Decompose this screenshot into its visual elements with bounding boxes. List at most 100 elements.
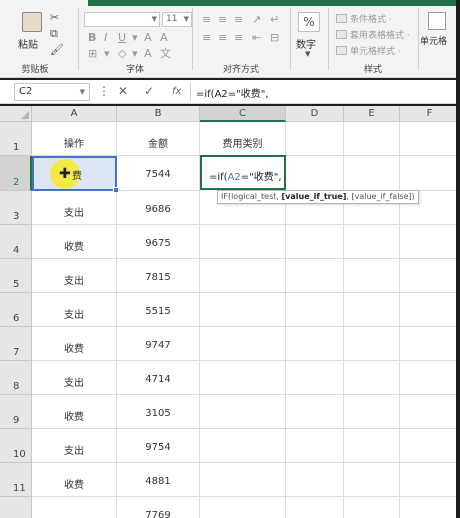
row-header-12[interactable]: 12: [0, 497, 32, 518]
border-icon[interactable]: ⊞: [88, 48, 97, 60]
chevron-down-icon[interactable]: ▼: [305, 48, 310, 60]
cell-f1[interactable]: [400, 122, 460, 156]
cell-c6[interactable]: [200, 293, 286, 327]
column-header-e[interactable]: E: [344, 106, 400, 122]
row-header-8[interactable]: 8: [0, 361, 32, 395]
cell-f6[interactable]: [400, 293, 460, 327]
row-header-11[interactable]: 11: [0, 463, 32, 497]
font-shrink-icon[interactable]: A: [160, 32, 168, 44]
cell-c8[interactable]: [200, 361, 286, 395]
cell-d1[interactable]: [286, 122, 344, 156]
conditional-format-button[interactable]: 条件格式 ·: [336, 12, 392, 25]
cell-f4[interactable]: [400, 225, 460, 259]
cell-f10[interactable]: [400, 429, 460, 463]
cell-a8[interactable]: 支出: [32, 361, 117, 395]
cell-a7[interactable]: 收费: [32, 327, 117, 361]
align-right-icon[interactable]: ≡: [234, 32, 243, 44]
format-painter-icon[interactable]: 🖌: [50, 44, 64, 56]
dropdown-icon[interactable]: ▾: [132, 48, 138, 60]
confirm-icon[interactable]: ✓: [144, 84, 154, 98]
cells-button[interactable]: 单元格: [420, 34, 447, 47]
row-header-2[interactable]: 2: [0, 156, 32, 191]
cell-a4[interactable]: 收费: [32, 225, 117, 259]
name-box[interactable]: C2 ▼: [14, 83, 90, 101]
cell-d8[interactable]: [286, 361, 344, 395]
cell-a5[interactable]: 支出: [32, 259, 117, 293]
cell-f11[interactable]: [400, 463, 460, 497]
cell-b4[interactable]: 9675: [117, 225, 200, 259]
cell-b9[interactable]: 3105: [117, 395, 200, 429]
column-header-d[interactable]: D: [286, 106, 344, 122]
align-center-icon[interactable]: ≡: [218, 32, 227, 44]
cell-e12[interactable]: [344, 497, 400, 518]
cell-d6[interactable]: [286, 293, 344, 327]
row-header-10[interactable]: 10: [0, 429, 32, 463]
cell-e6[interactable]: [344, 293, 400, 327]
orientation-icon[interactable]: ↗: [252, 14, 261, 26]
cell-c1[interactable]: 费用类别: [200, 122, 286, 156]
copy-icon[interactable]: ⧉: [50, 28, 58, 40]
chevron-down-icon[interactable]: ▼: [80, 84, 85, 100]
cell-c9[interactable]: [200, 395, 286, 429]
column-header-a[interactable]: A: [32, 106, 117, 122]
cell-a12[interactable]: [32, 497, 117, 518]
cancel-icon[interactable]: ✕: [118, 84, 128, 98]
cell-c4[interactable]: [200, 225, 286, 259]
cell-a6[interactable]: 支出: [32, 293, 117, 327]
cell-d7[interactable]: [286, 327, 344, 361]
cell-b6[interactable]: 5515: [117, 293, 200, 327]
paste-button-label[interactable]: 粘贴: [18, 36, 38, 51]
column-header-b[interactable]: B: [117, 106, 200, 122]
fill-color-icon[interactable]: ◇: [118, 48, 126, 60]
cell-e4[interactable]: [344, 225, 400, 259]
column-header-f[interactable]: F: [400, 106, 460, 122]
paste-icon[interactable]: [22, 12, 42, 32]
table-format-button[interactable]: 套用表格格式 ·: [336, 28, 410, 41]
cell-f7[interactable]: [400, 327, 460, 361]
cell-b10[interactable]: 9754: [117, 429, 200, 463]
cell-d5[interactable]: [286, 259, 344, 293]
dropdown-icon[interactable]: ▾: [104, 48, 110, 60]
cell-d10[interactable]: [286, 429, 344, 463]
cell-b12[interactable]: 7769: [117, 497, 200, 518]
cell-a9[interactable]: 收费: [32, 395, 117, 429]
wrap-text-icon[interactable]: ↵: [270, 14, 279, 26]
insert-function-icon[interactable]: fx: [172, 86, 181, 97]
worksheet-grid[interactable]: A B C D E F 1 2 3 4 5 6 7 8 9 10 11 12 操…: [0, 106, 460, 518]
align-left-icon[interactable]: ≡: [202, 32, 211, 44]
cell-a10[interactable]: 支出: [32, 429, 117, 463]
cell-d9[interactable]: [286, 395, 344, 429]
cell-c7[interactable]: [200, 327, 286, 361]
cell-d2[interactable]: [286, 156, 344, 191]
cut-icon[interactable]: ✂: [50, 12, 59, 24]
cell-e2[interactable]: [344, 156, 400, 191]
align-bottom-icon[interactable]: ≡: [234, 14, 243, 26]
font-grow-icon[interactable]: A: [144, 32, 152, 44]
row-header-4[interactable]: 4: [0, 225, 32, 259]
cell-a3[interactable]: 支出: [32, 191, 117, 225]
cell-b3[interactable]: 9686: [117, 191, 200, 225]
row-header-6[interactable]: 6: [0, 293, 32, 327]
cell-f2[interactable]: [400, 156, 460, 191]
cell-e10[interactable]: [344, 429, 400, 463]
cell-e1[interactable]: [344, 122, 400, 156]
cell-b2[interactable]: 7544: [117, 156, 200, 191]
cell-c10[interactable]: [200, 429, 286, 463]
cell-b5[interactable]: 7815: [117, 259, 200, 293]
decrease-indent-icon[interactable]: ⇤: [252, 32, 261, 44]
row-header-7[interactable]: 7: [0, 327, 32, 361]
row-header-1[interactable]: 1: [0, 122, 32, 156]
cell-c5[interactable]: [200, 259, 286, 293]
cell-e5[interactable]: [344, 259, 400, 293]
cell-f5[interactable]: [400, 259, 460, 293]
cell-f8[interactable]: [400, 361, 460, 395]
cells-icon[interactable]: [428, 12, 446, 30]
fill-handle[interactable]: [113, 187, 119, 193]
formula-input[interactable]: =if(A2="收费",: [196, 85, 269, 100]
bold-icon[interactable]: B: [88, 32, 96, 44]
align-top-icon[interactable]: ≡: [202, 14, 211, 26]
cell-styles-button[interactable]: 单元格样式 ·: [336, 44, 401, 57]
column-header-c[interactable]: C: [200, 106, 286, 122]
editing-cell-c2[interactable]: =if(A2="收费",: [200, 155, 286, 190]
cell-f12[interactable]: [400, 497, 460, 518]
